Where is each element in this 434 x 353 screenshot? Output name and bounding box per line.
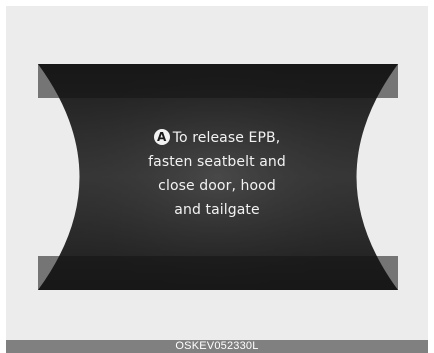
callout-badge-a: A (153, 129, 170, 145)
message-line-2: fasten seatbelt and (148, 154, 286, 170)
image-code-caption: OSKEV052330L (6, 340, 428, 353)
message-line-1-text: To release EPB, (172, 130, 281, 146)
bottom-band (38, 256, 398, 290)
message-line-1: A To release EPB, (100, 126, 334, 150)
message-line-4: and tailgate (174, 202, 260, 218)
message-line-3: close door, hood (158, 178, 276, 194)
top-band (38, 64, 398, 98)
epb-warning-message: A To release EPB, fasten seatbelt and clo… (100, 126, 334, 222)
